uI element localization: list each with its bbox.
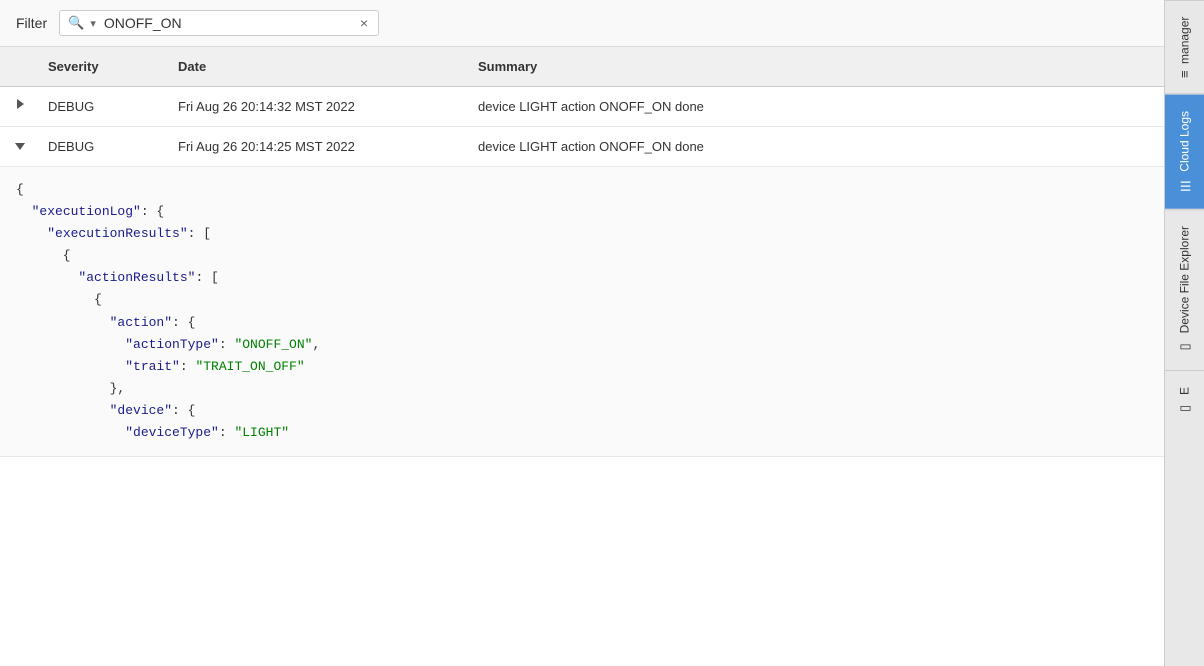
col-summary: Summary [470, 53, 1164, 80]
col-severity: Severity [40, 53, 170, 80]
sidebar-tab-manager-label: manager [1178, 17, 1192, 64]
sidebar-tab-extra[interactable]: ▭ E [1165, 370, 1204, 432]
row-detail: { "executionLog": { "executionResults": … [0, 167, 1164, 457]
date-cell: Fri Aug 26 20:14:25 MST 2022 [170, 127, 470, 166]
extra-icon: ▭ [1177, 401, 1192, 416]
search-icon: 🔍 [68, 15, 84, 31]
right-sidebar: ≡ manager ☰ Cloud Logs ▭ Device File Exp… [1164, 0, 1204, 666]
table-rows: DEBUG Fri Aug 26 20:14:32 MST 2022 devic… [0, 87, 1164, 666]
severity-cell: DEBUG [40, 87, 170, 126]
row-collapse-button[interactable] [0, 131, 40, 162]
sidebar-tab-device-file-explorer[interactable]: ▭ Device File Explorer [1165, 209, 1204, 370]
summary-cell: device LIGHT action ONOFF_ON done [470, 127, 1164, 166]
filter-input[interactable] [104, 15, 352, 31]
summary-cell: device LIGHT action ONOFF_ON done [470, 87, 1164, 126]
date-cell: Fri Aug 26 20:14:32 MST 2022 [170, 87, 470, 126]
col-date: Date [170, 53, 470, 80]
filter-clear-button[interactable]: × [358, 16, 370, 30]
sidebar-tab-device-file-explorer-label: Device File Explorer [1178, 226, 1192, 333]
table-row-expanded: DEBUG Fri Aug 26 20:14:25 MST 2022 devic… [0, 127, 1164, 457]
col-expand [0, 53, 40, 80]
sidebar-tab-cloud-logs[interactable]: ☰ Cloud Logs [1165, 94, 1204, 209]
manager-icon: ≡ [1177, 70, 1192, 78]
filter-input-wrapper: 🔍 ▾ × [59, 10, 379, 36]
chevron-down-icon [15, 143, 25, 150]
row-main: DEBUG Fri Aug 26 20:14:25 MST 2022 devic… [0, 127, 1164, 167]
sidebar-tab-extra-label: E [1178, 387, 1192, 395]
filter-label: Filter [16, 15, 47, 31]
table-row: DEBUG Fri Aug 26 20:14:32 MST 2022 devic… [0, 87, 1164, 127]
row-expand-button[interactable] [0, 87, 40, 121]
severity-cell: DEBUG [40, 127, 170, 166]
sidebar-tab-cloud-logs-label: Cloud Logs [1178, 111, 1192, 172]
device-file-explorer-icon: ▭ [1177, 339, 1192, 354]
table-header: Severity Date Summary [0, 47, 1164, 87]
filter-bar: Filter 🔍 ▾ × [0, 0, 1164, 47]
main-area: Filter 🔍 ▾ × Severity Date Summary DEBUG… [0, 0, 1164, 666]
filter-dropdown-icon[interactable]: ▾ [90, 17, 96, 30]
cloud-logs-icon: ☰ [1177, 178, 1192, 193]
sidebar-tab-manager[interactable]: ≡ manager [1165, 0, 1204, 94]
chevron-right-icon [17, 99, 24, 109]
